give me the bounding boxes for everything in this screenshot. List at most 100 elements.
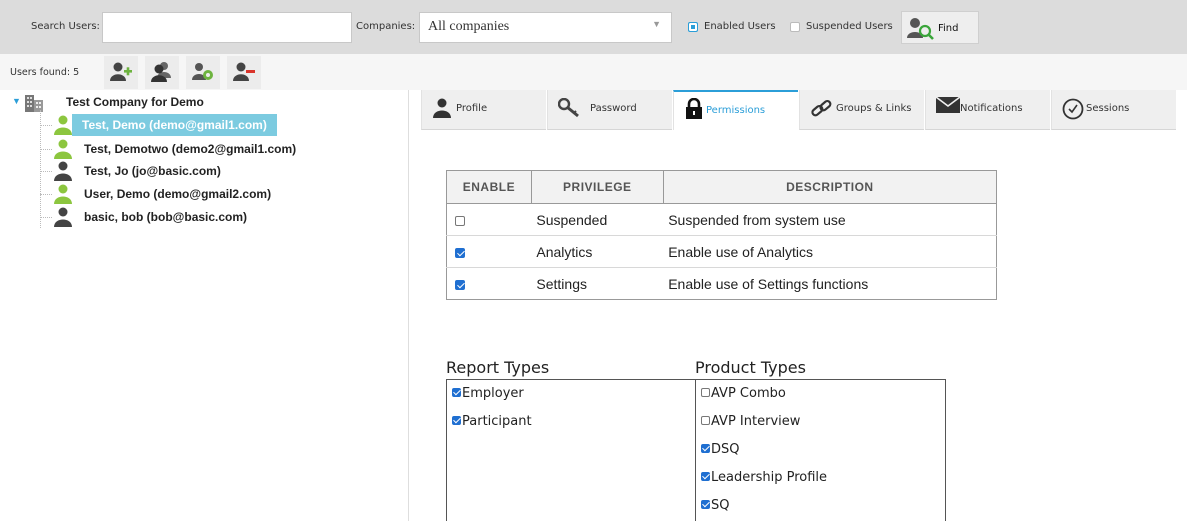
company-name: Test Company for Demo	[66, 95, 204, 109]
find-button-label: Find	[938, 23, 959, 34]
privilege-cell: Analytics	[531, 235, 664, 268]
product-type-leadership-profile-checkbox[interactable]	[701, 472, 710, 481]
tree-connector	[40, 171, 52, 172]
user-actions-bar: Users found: 5	[0, 54, 1187, 90]
lock-icon	[686, 98, 702, 119]
report-types-list: Employer Participant	[446, 379, 695, 521]
description-cell: Enable use of Settings functions	[668, 275, 869, 292]
tree-connector	[40, 217, 52, 218]
product-types-title: Product Types	[695, 358, 806, 377]
option-label: Participant	[462, 414, 532, 429]
companies-selected-value: All companies	[428, 19, 510, 34]
product-type-sq-checkbox[interactable]	[701, 500, 710, 509]
user-enabled-icon	[54, 139, 72, 159]
tree-connector	[40, 110, 41, 228]
tab-label: Groups & Links	[836, 103, 912, 114]
privilege-cell: Suspended	[531, 203, 664, 236]
find-user-icon	[907, 18, 934, 40]
enable-cell	[447, 268, 532, 300]
tree-connector	[40, 125, 52, 126]
product-type-option[interactable]: AVP Combo	[701, 386, 786, 401]
suspended-users-label[interactable]: Suspended Users	[806, 21, 893, 32]
users-group-button[interactable]	[145, 56, 179, 89]
tab-label: Profile	[456, 103, 488, 114]
tab-sessions[interactable]: Sessions	[1051, 90, 1176, 130]
enabled-users-label[interactable]: Enabled Users	[704, 21, 776, 32]
envelope-icon	[936, 96, 960, 113]
description-cell: Suspended from system use	[663, 203, 997, 236]
privilege-settings-checkbox[interactable]	[455, 279, 465, 290]
option-label: AVP Interview	[711, 414, 801, 429]
search-users-input[interactable]	[102, 12, 352, 43]
link-icon	[811, 99, 832, 117]
find-button[interactable]: Find	[901, 11, 979, 44]
table-row: Suspended Suspended from system use	[446, 203, 997, 236]
report-type-employer-checkbox[interactable]	[452, 388, 461, 397]
tree-user-label: basic, bob (bob@basic.com)	[84, 210, 248, 224]
remove-user-button[interactable]	[227, 56, 261, 89]
search-toolbar: Search Users: Companies: All companies ▼…	[0, 0, 1187, 54]
option-label: Leadership Profile	[711, 470, 828, 485]
privilege-cell: Settings	[536, 275, 587, 292]
companies-label: Companies:	[356, 21, 416, 32]
column-header-description: DESCRIPTION	[662, 170, 998, 204]
report-type-option[interactable]: Employer	[452, 386, 524, 401]
tab-notifications[interactable]: Notifications	[925, 90, 1050, 130]
privileges-table: ENABLE PRIVILEGE DESCRIPTION Suspended S…	[446, 170, 998, 300]
tab-label: Notifications	[960, 103, 1023, 114]
tab-label: Permissions	[706, 105, 766, 116]
search-users-label: Search Users:	[31, 21, 100, 32]
user-disabled-icon	[54, 161, 72, 181]
option-label: DSQ	[711, 442, 740, 457]
user-disabled-icon	[54, 207, 72, 227]
tree-connector	[40, 149, 52, 150]
enable-cell	[446, 235, 532, 268]
user-detail-tabs: Profile Password Permissions Groups & Li…	[421, 90, 1187, 130]
product-type-option[interactable]: AVP Interview	[701, 414, 800, 429]
report-type-participant-checkbox[interactable]	[452, 416, 461, 425]
tree-user-label: User, Demo (demo@gmail2.com)	[84, 187, 272, 201]
add-user-button[interactable]	[104, 56, 138, 89]
product-type-avp-combo-checkbox[interactable]	[701, 388, 710, 397]
privilege-analytics-checkbox[interactable]	[455, 247, 465, 258]
option-label: Employer	[462, 386, 524, 401]
expand-arrow-icon[interactable]: ▼	[12, 96, 21, 106]
product-type-option[interactable]: Leadership Profile	[701, 470, 827, 485]
report-types-title: Report Types	[446, 358, 550, 377]
product-type-option[interactable]: DSQ	[701, 442, 740, 457]
key-icon	[558, 98, 579, 118]
user-settings-button[interactable]	[186, 56, 220, 89]
description-cell: Enable use of Analytics	[663, 235, 997, 268]
user-enabled-icon	[54, 184, 72, 204]
user-enabled-icon	[54, 115, 72, 135]
product-type-dsq-checkbox[interactable]	[701, 444, 710, 453]
product-type-avp-interview-checkbox[interactable]	[701, 416, 710, 425]
add-user-icon	[110, 62, 132, 81]
tab-groups-links[interactable]: Groups & Links	[799, 90, 924, 130]
tab-permissions[interactable]: Permissions	[673, 90, 798, 130]
tree-user-label: Test, Demotwo (demo2@gmail1.com)	[84, 142, 297, 156]
clock-icon	[1062, 98, 1084, 120]
remove-user-icon	[233, 62, 255, 81]
companies-select[interactable]: All companies ▼	[419, 12, 672, 43]
column-header-enable: ENABLE	[446, 170, 532, 204]
tab-label: Password	[590, 103, 637, 114]
product-type-option[interactable]: SQ	[701, 498, 729, 513]
user-tree: ▼ Test Company for Demo Test, Demo (demo…	[0, 90, 409, 521]
chevron-down-icon: ▼	[652, 19, 661, 29]
tab-label: Sessions	[1086, 103, 1130, 114]
users-found-count: Users found: 5	[10, 67, 80, 78]
enabled-users-checkbox[interactable]	[688, 22, 698, 32]
privilege-suspended-checkbox[interactable]	[455, 215, 465, 226]
table-row: Analytics Enable use of Analytics	[446, 235, 997, 268]
report-type-option[interactable]: Participant	[452, 414, 532, 429]
suspended-users-checkbox[interactable]	[790, 22, 800, 32]
table-header-row: ENABLE PRIVILEGE DESCRIPTION	[446, 170, 998, 204]
person-icon	[433, 98, 451, 118]
tab-profile[interactable]: Profile	[421, 90, 546, 130]
tab-password[interactable]: Password	[547, 90, 672, 130]
enable-cell	[446, 203, 532, 236]
user-settings-icon	[192, 63, 213, 80]
tree-connector	[40, 194, 52, 195]
option-label: SQ	[711, 498, 730, 513]
